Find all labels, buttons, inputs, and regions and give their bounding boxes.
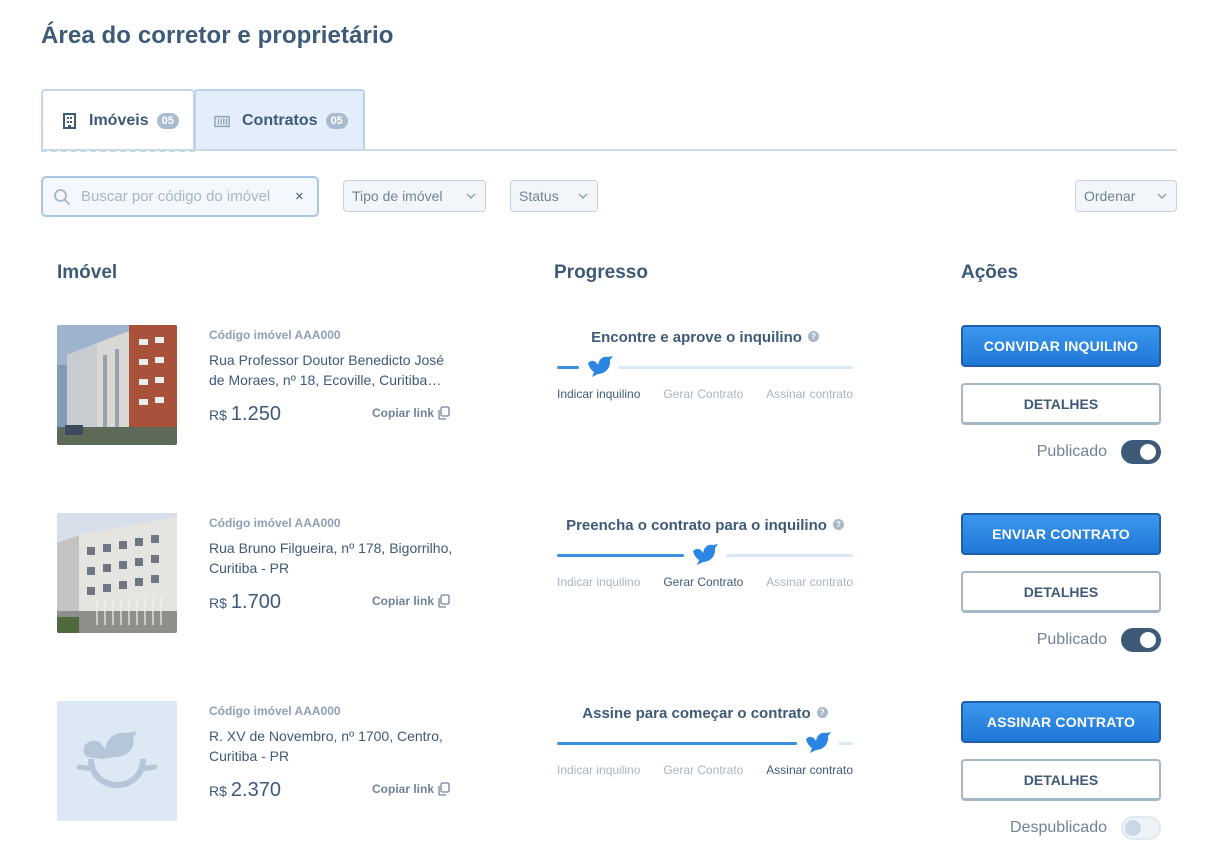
progress-step-title: Encontre e aprove o inquilino? — [557, 329, 853, 346]
placeholder-image[interactable] — [57, 701, 177, 821]
currency: R$ — [209, 783, 227, 799]
progress-labels: Indicar inquilino Gerar Contrato Assinar… — [557, 387, 853, 401]
search-input[interactable] — [81, 188, 289, 205]
publish-toggle[interactable] — [1121, 440, 1161, 464]
step-label: Assinar contrato — [766, 763, 853, 777]
property-row: Código imóvel AAA000 Rua Bruno Filgueira… — [0, 513, 1229, 663]
publish-toggle[interactable] — [1121, 816, 1161, 840]
clear-icon[interactable]: × — [295, 188, 304, 205]
column-header-imovel: Imóvel — [57, 262, 118, 283]
property-price: R$ 1.700 — [209, 591, 281, 614]
status-select[interactable]: Status — [510, 180, 598, 212]
search-icon — [54, 188, 70, 205]
property-address: Rua Professor Doutor Benedicto José de M… — [209, 352, 445, 388]
price-value: 1.250 — [230, 403, 281, 425]
progress-fill — [557, 366, 579, 369]
copy-link-button[interactable]: Copiar link — [372, 406, 450, 420]
chevron-down-icon — [466, 193, 476, 199]
property-address: R. XV de Novembro, nº 1700, Centro, Curi… — [209, 728, 443, 764]
step-label: Gerar Contrato — [663, 575, 744, 589]
property-photo[interactable] — [57, 513, 177, 633]
progress-labels: Indicar inquilino Gerar Contrato Assinar… — [557, 575, 853, 589]
tab-contratos[interactable]: Contratos 05 — [194, 89, 365, 151]
building-icon — [61, 112, 77, 129]
step-label: Indicar inquilino — [557, 763, 641, 777]
progress-step-title: Assine para começar o contrato? — [557, 705, 853, 722]
copy-link-label: Copiar link — [372, 782, 435, 796]
help-icon[interactable]: ? — [816, 706, 828, 718]
copy-link-label: Copiar link — [372, 406, 435, 420]
count-badge: 05 — [156, 112, 179, 129]
select-label: Status — [519, 188, 559, 204]
step-label: Indicar inquilino — [557, 387, 641, 401]
progress-labels: Indicar inquilino Gerar Contrato Assinar… — [557, 763, 853, 777]
property-photo[interactable] — [57, 325, 177, 445]
publish-toggle[interactable] — [1121, 628, 1161, 652]
count-badge: 05 — [325, 113, 348, 129]
column-header-acoes: Ações — [961, 262, 1019, 283]
send-contract-button[interactable]: ENVIAR CONTRATO — [961, 513, 1161, 555]
help-icon[interactable]: ? — [832, 518, 844, 530]
copy-link-label: Copiar link — [372, 594, 435, 608]
tab-label: Imóveis — [89, 111, 149, 129]
search-box: × — [41, 176, 319, 217]
copy-icon — [438, 782, 450, 796]
publish-label: Publicado — [1036, 631, 1107, 648]
step-label: Indicar inquilino — [557, 575, 641, 589]
copy-icon — [438, 594, 450, 608]
step-label: Gerar Contrato — [663, 763, 744, 777]
publish-label: Publicado — [1036, 443, 1107, 460]
progress-step-title: Preencha o contrato para o inquilino? — [557, 517, 853, 534]
property-code: Código imóvel AAA000 — [209, 704, 341, 718]
property-code: Código imóvel AAA000 — [209, 328, 341, 342]
bird-progress-icon — [693, 544, 718, 565]
property-price: R$ 2.370 — [209, 779, 281, 802]
tab-imoveis[interactable]: Imóveis 05 — [41, 89, 195, 152]
details-button[interactable]: DETALHES — [961, 759, 1161, 801]
step-label: Gerar Contrato — [663, 387, 744, 401]
property-address: Rua Bruno Filgueira, nº 178, Bigorrilho,… — [209, 540, 453, 576]
ordenar-select[interactable]: Ordenar — [1075, 180, 1177, 212]
contract-icon — [214, 113, 230, 129]
publish-control: Publicado — [961, 440, 1161, 464]
publish-control: Despublicado — [961, 816, 1161, 840]
copy-link-button[interactable]: Copiar link — [372, 594, 450, 608]
sign-contract-button[interactable]: ASSINAR CONTRATO — [961, 701, 1161, 743]
property-code: Código imóvel AAA000 — [209, 516, 341, 530]
progress-fill — [557, 554, 684, 557]
price-value: 1.700 — [230, 591, 281, 613]
select-label: Ordenar — [1084, 188, 1136, 204]
progress-fill — [557, 742, 797, 745]
publish-label: Despublicado — [1010, 819, 1107, 836]
property-price: R$ 1.250 — [209, 403, 281, 426]
tipo-imovel-select[interactable]: Tipo de imóvel — [343, 180, 486, 212]
currency: R$ — [209, 595, 227, 611]
invite-tenant-button[interactable]: CONVIDAR INQUILINO — [961, 325, 1161, 367]
publish-control: Publicado — [961, 628, 1161, 652]
select-label: Tipo de imóvel — [352, 188, 443, 204]
tab-label: Contratos — [242, 112, 318, 129]
copy-link-button[interactable]: Copiar link — [372, 782, 450, 796]
tabs-divider — [41, 149, 1177, 151]
page-title: Área do corretor e proprietário — [41, 22, 394, 49]
help-icon[interactable]: ? — [807, 330, 819, 342]
details-button[interactable]: DETALHES — [961, 383, 1161, 425]
details-button[interactable]: DETALHES — [961, 571, 1161, 613]
property-row: Código imóvel AAA000 Rua Professor Douto… — [0, 325, 1229, 475]
chevron-down-icon — [1157, 193, 1167, 199]
price-value: 2.370 — [230, 779, 281, 801]
bird-progress-icon — [806, 732, 831, 753]
bird-progress-icon — [588, 356, 613, 377]
property-row: Código imóvel AAA000 R. XV de Novembro, … — [0, 701, 1229, 851]
step-label: Assinar contrato — [766, 387, 853, 401]
column-header-progresso: Progresso — [554, 262, 648, 283]
step-label: Assinar contrato — [766, 575, 853, 589]
chevron-down-icon — [578, 193, 588, 199]
copy-icon — [438, 406, 450, 420]
currency: R$ — [209, 407, 227, 423]
